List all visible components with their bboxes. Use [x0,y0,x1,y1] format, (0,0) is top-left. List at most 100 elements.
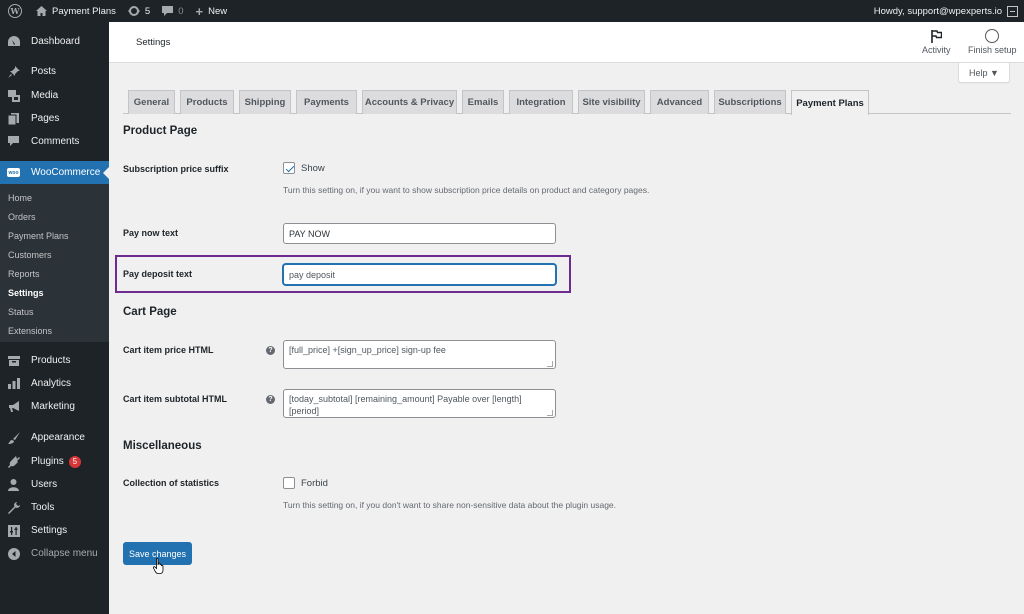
submenu-customers[interactable]: Customers [0,245,109,264]
tab-accounts-privacy[interactable]: Accounts & Privacy [362,90,457,114]
pay-now-text-label: Pay now text [123,228,179,238]
wordpress-logo-icon: W [8,4,22,18]
submenu-orders[interactable]: Orders [0,207,109,226]
sidebar-item-pages[interactable]: Pages [0,107,109,130]
archive-icon [7,354,20,367]
pay-deposit-text-label: Pay deposit text [123,269,193,279]
submenu-reports[interactable]: Reports [0,264,109,283]
tab-general[interactable]: General [128,90,175,114]
megaphone-icon [7,400,20,413]
wp-logo-menu[interactable]: W [0,0,30,22]
submenu-settings[interactable]: Settings [0,283,109,302]
collapse-menu-button[interactable]: Collapse menu [0,542,109,565]
comment-bubble-icon [162,5,174,17]
sidebar-item-label: Analytics [31,378,72,389]
forbid-statistics-checkbox[interactable]: Forbid [283,477,328,489]
comments-link[interactable]: 0 [156,0,189,22]
admin-bar: W Payment Plans 5 0 + New Howdy, support… [0,0,1024,22]
collapse-icon [7,547,20,560]
sidebar-item-label: Products [31,355,71,366]
subscription-price-suffix-label: Subscription price suffix [123,164,229,174]
sidebar-item-label: Dashboard [31,36,80,47]
checkbox-checked-icon[interactable] [283,162,295,174]
sidebar-item-media[interactable]: Media [0,84,109,107]
woo-icon: woo [7,166,20,179]
user-icon [7,478,20,491]
wrench-icon [7,501,20,514]
updates-link[interactable]: 5 [122,0,156,22]
tab-subscriptions[interactable]: Subscriptions [714,90,786,114]
collection-of-statistics-label: Collection of statistics [123,478,220,488]
updates-count: 5 [144,5,151,17]
miscellaneous-heading: Miscellaneous [123,440,202,452]
sidebar-item-tools[interactable]: Tools [0,496,109,519]
forbid-label: Forbid [301,477,328,489]
sidebar-item-posts[interactable]: Posts [0,60,109,83]
sidebar-item-label: WooCommerce [31,167,101,178]
help-tab-button[interactable]: Help ▼ [958,63,1010,83]
resize-handle-icon[interactable] [547,361,553,367]
checkbox-unchecked-icon[interactable] [283,477,295,489]
subscription-price-suffix-description: Turn this setting on, if you want to sho… [283,185,650,195]
submenu-home[interactable]: Home [0,188,109,207]
subscription-price-suffix-checkbox[interactable]: Show [283,162,325,174]
sidebar-item-label: Settings [31,525,68,536]
tab-products[interactable]: Products [180,90,234,114]
tab-payment-plans[interactable]: Payment Plans [791,90,869,115]
sidebar-item-label: Collapse menu [31,548,98,559]
sidebar-item-label: Plugins [31,456,64,467]
pin-icon [7,65,20,78]
pages-icon [7,112,20,125]
progress-circle-icon [985,27,1000,45]
sidebar-item-label: Marketing [31,401,75,412]
tab-payments[interactable]: Payments [296,90,357,114]
pay-now-text-input[interactable]: PAY NOW [283,223,556,244]
sidebar-item-label: Users [31,479,58,490]
tab-integration[interactable]: Integration [509,90,573,114]
cart-item-price-html-label: Cart item price HTML [123,345,214,355]
dashboard-icon [7,35,20,48]
cart-item-price-html-textarea[interactable]: [full_price] +[sign_up_price] sign-up fe… [283,340,556,369]
activity-button[interactable]: Activity [922,27,951,55]
settings-tabs: General Products Shipping Payments Accou… [123,89,1011,115]
cart-item-subtotal-html-label: Cart item subtotal HTML [123,394,228,404]
tab-site-visibility[interactable]: Site visibility [578,90,645,114]
woo-icon-text: woo [7,168,20,177]
site-name-link[interactable]: Payment Plans [30,0,122,22]
sidebar-item-comments[interactable]: Comments [0,130,109,153]
sidebar-item-plugins[interactable]: Plugins 5 [0,450,109,473]
submenu-payment-plans[interactable]: Payment Plans [0,226,109,245]
sliders-icon [7,524,20,537]
plug-icon [7,455,20,468]
sidebar-item-analytics[interactable]: Analytics [0,372,109,395]
sidebar-item-appearance[interactable]: Appearance [0,426,109,449]
sidebar-item-marketing[interactable]: Marketing [0,395,109,418]
product-page-heading: Product Page [123,125,198,137]
my-account-link[interactable]: Howdy, support@wpexperts.io [868,0,1024,22]
sidebar-item-label: Media [31,90,59,101]
tab-emails[interactable]: Emails [462,90,504,114]
finish-setup-button[interactable]: Finish setup [968,27,1017,55]
sidebar-item-users[interactable]: Users [0,473,109,496]
sidebar-item-products[interactable]: Products [0,349,109,372]
pay-deposit-text-input[interactable]: pay deposit [283,264,556,285]
submenu-extensions[interactable]: Extensions [0,321,109,340]
sidebar-item-woocommerce[interactable]: woo WooCommerce [0,161,109,184]
new-content-link[interactable]: + New [190,0,234,22]
updates-icon [127,5,140,17]
sidebar-item-dashboard[interactable]: Dashboard [0,30,109,53]
tab-shipping[interactable]: Shipping [239,90,291,114]
cart-item-subtotal-html-textarea[interactable]: [today_subtotal] [remaining_amount] Paya… [283,389,556,418]
help-tip-icon[interactable]: ? [266,395,275,404]
help-tip-icon[interactable]: ? [266,346,275,355]
tab-advanced[interactable]: Advanced [650,90,709,114]
home-icon [36,6,47,16]
page-header: Settings Activity Finish setup [109,22,1024,63]
sidebar-item-settings[interactable]: Settings [0,519,109,542]
plugins-update-badge: 5 [68,455,81,468]
avatar [1007,5,1018,17]
resize-handle-icon[interactable] [547,410,553,416]
submenu-status[interactable]: Status [0,302,109,321]
show-label: Show [301,162,325,174]
finish-setup-label: Finish setup [968,45,1017,55]
